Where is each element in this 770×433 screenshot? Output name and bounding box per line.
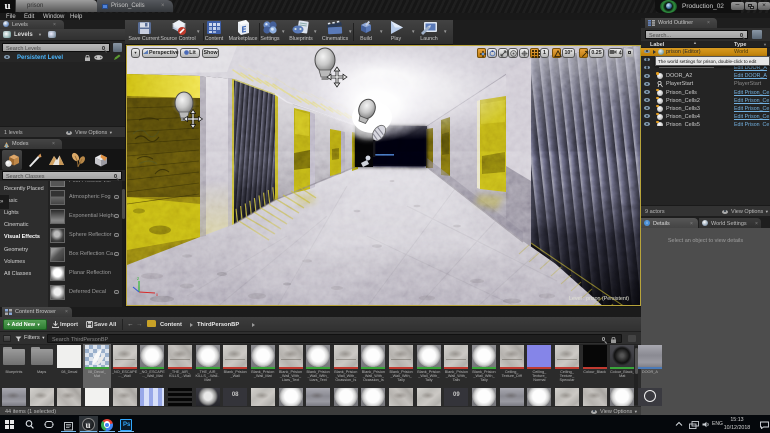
svg-text:Level : prison (Persistent): Level : prison (Persistent) xyxy=(569,296,629,302)
svg-text:z: z xyxy=(137,276,139,281)
